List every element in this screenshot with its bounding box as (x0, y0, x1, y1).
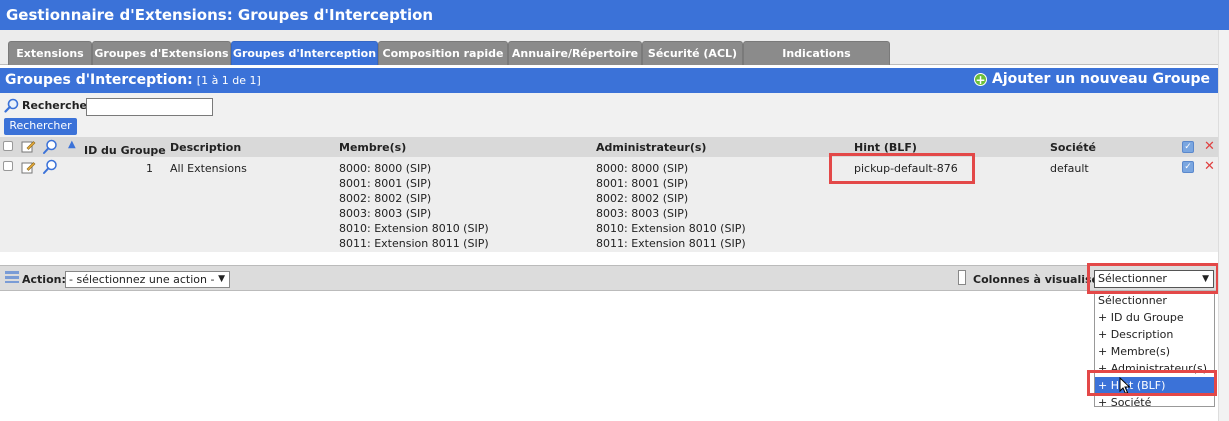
tab-acl[interactable]: Sécurité (ACL) (642, 41, 743, 65)
tab-pickup-groups[interactable]: Groupes d'Interception (231, 41, 378, 65)
cell-admins: 8000: 8000 (SIP) 8001: 8001 (SIP) 8002: … (596, 161, 746, 251)
grid-spacer (0, 252, 1218, 265)
member-item: 8011: Extension 8011 (SIP) (339, 237, 489, 250)
columns-icon (958, 270, 966, 285)
vertical-scrollbar[interactable] (1218, 30, 1229, 421)
row-check-icon[interactable]: ✓ (1182, 161, 1194, 173)
delete-all-icon[interactable]: ✕ (1204, 140, 1215, 153)
section-title: Groupes d'Interception: [1 à 1 de 1] (5, 72, 261, 88)
tab-directory[interactable]: Annuaire/Répertoire (508, 41, 642, 65)
col-header-admins[interactable]: Administrateur(s) (596, 141, 706, 154)
action-select-value: - sélectionnez une action - (69, 273, 215, 286)
select-all-check-icon[interactable]: ✓ (1182, 141, 1194, 153)
magnifier-icon (4, 98, 19, 113)
add-group-link[interactable]: + Ajouter un nouveau Groupe (974, 71, 1210, 87)
tab-bar: Extensions Groupes d'Extensions Groupes … (0, 30, 1229, 83)
tab-extension-groups[interactable]: Groupes d'Extensions (92, 41, 231, 65)
dropdown-option[interactable]: + Société (1095, 394, 1214, 411)
action-bar: Action: - sélectionnez une action - ▼ Co… (0, 265, 1218, 291)
search-area: Rechercher: Rechercher (0, 93, 1218, 137)
cell-id: 1 (146, 162, 153, 175)
edit-icon[interactable] (21, 139, 36, 154)
columns-dropdown-list: Sélectionner + ID du Groupe + Descriptio… (1094, 291, 1215, 409)
col-header-hint[interactable]: Hint (BLF) (854, 141, 917, 154)
row-checkbox[interactable] (3, 161, 13, 171)
member-item: 8010: Extension 8010 (SIP) (339, 222, 489, 235)
magnifier-icon[interactable] (42, 139, 58, 155)
mouse-cursor-icon (1119, 377, 1131, 395)
col-header-company[interactable]: Société (1050, 141, 1096, 154)
table-row: 1 All Extensions 8000: 8000 (SIP) 8001: … (0, 157, 1218, 252)
chevron-down-icon: ▼ (1202, 274, 1209, 284)
search-label: Rechercher: (4, 98, 97, 113)
tab-speed-dial[interactable]: Composition rapide (378, 41, 508, 65)
cell-description: All Extensions (170, 162, 247, 175)
col-header-members[interactable]: Membre(s) (339, 141, 406, 154)
add-icon: + (974, 72, 988, 87)
dropdown-option[interactable]: + Description (1095, 326, 1214, 343)
dropdown-option[interactable]: Sélectionner (1095, 292, 1214, 309)
member-item: 8002: 8002 (SIP) (339, 192, 432, 205)
col-header-id[interactable]: ID du Groupe (84, 144, 166, 157)
admin-item: 8011: Extension 8011 (SIP) (596, 237, 746, 250)
search-button[interactable]: Rechercher (4, 118, 77, 135)
admin-item: 8003: 8003 (SIP) (596, 207, 689, 220)
columns-label: Colonnes à visualiser: (973, 273, 1109, 286)
sort-asc-icon[interactable]: ▲ (68, 139, 76, 150)
grid-header: ▲ ID du Groupe Description Membre(s) Adm… (0, 137, 1218, 157)
tab-extensions[interactable]: Extensions (8, 41, 92, 65)
cell-company: default (1050, 162, 1089, 175)
member-item: 8003: 8003 (SIP) (339, 207, 432, 220)
member-item: 8001: 8001 (SIP) (339, 177, 432, 190)
select-all-checkbox[interactable] (3, 141, 13, 151)
col-header-description[interactable]: Description (170, 141, 241, 154)
action-label: Action: (22, 273, 66, 286)
dropdown-option-hint[interactable]: + Hint (BLF) (1095, 377, 1214, 394)
admin-item: 8002: 8002 (SIP) (596, 192, 689, 205)
member-item: 8000: 8000 (SIP) (339, 162, 432, 175)
dropdown-option[interactable]: + Administrateur(s) (1095, 360, 1214, 377)
admin-item: 8001: 8001 (SIP) (596, 177, 689, 190)
admin-item: 8010: Extension 8010 (SIP) (596, 222, 746, 235)
view-icon[interactable] (42, 159, 58, 175)
app-title: Gestionnaire d'Extensions: Groupes d'Int… (0, 0, 1229, 30)
row-delete-icon[interactable]: ✕ (1204, 160, 1215, 173)
admin-item: 8000: 8000 (SIP) (596, 162, 689, 175)
section-header: Groupes d'Interception: [1 à 1 de 1] + Aj… (0, 68, 1218, 93)
record-count: [1 à 1 de 1] (196, 74, 261, 87)
list-icon (5, 271, 19, 283)
chevron-down-icon: ▼ (218, 274, 225, 284)
columns-select-value: Sélectionner (1098, 272, 1167, 285)
dropdown-option[interactable]: + ID du Groupe (1095, 309, 1214, 326)
section-title-text: Groupes d'Interception: (5, 72, 193, 88)
add-group-label: Ajouter un nouveau Groupe (992, 71, 1210, 87)
action-select[interactable]: - sélectionnez une action - ▼ (65, 271, 230, 288)
cell-members: 8000: 8000 (SIP) 8001: 8001 (SIP) 8002: … (339, 161, 489, 251)
search-input[interactable] (86, 98, 213, 116)
columns-select[interactable]: Sélectionner ▼ (1094, 270, 1214, 288)
dropdown-option[interactable]: + Membre(s) (1095, 343, 1214, 360)
cell-hint: pickup-default-876 (854, 162, 958, 175)
edit-icon[interactable] (21, 160, 36, 175)
tab-subscriptions[interactable]: Indications (S'abonner) (743, 41, 890, 83)
